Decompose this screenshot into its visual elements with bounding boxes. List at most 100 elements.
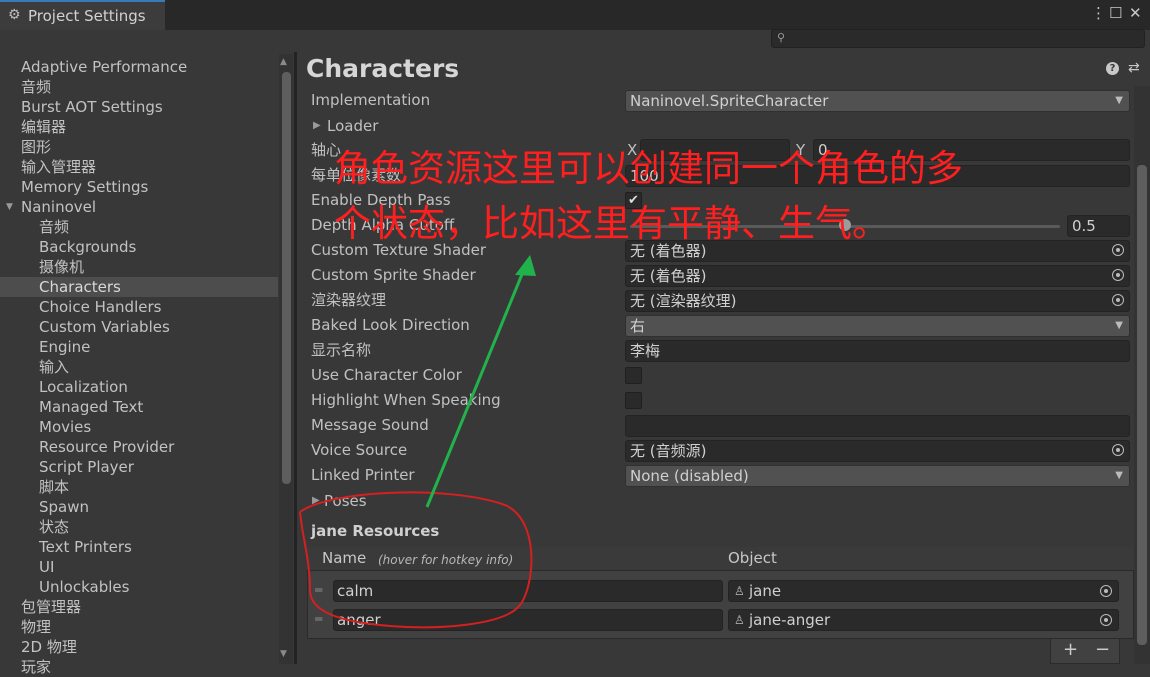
sidebar-item[interactable]: 音频 [0,217,278,237]
sidebar-item[interactable]: 状态 [0,517,278,537]
drag-handle-icon[interactable]: ═ [315,583,322,597]
scroll-down-icon[interactable]: ▼ [280,649,287,659]
project-settings-tab[interactable]: ⚙ Project Settings [0,0,165,30]
implementation-dropdown[interactable]: Naninovel.SpriteCharacter ▼ [625,90,1130,112]
render-texture-field[interactable]: 无 (渲染器纹理) [625,290,1130,312]
close-icon[interactable]: ✕ [1129,4,1142,22]
chevron-right-icon[interactable]: ▶ [312,495,320,506]
look-direction-dropdown[interactable]: 右 ▼ [625,315,1130,337]
highlight-label: Highlight When Speaking [311,391,501,409]
help-icon[interactable]: ? [1106,62,1119,75]
sidebar-item[interactable]: Choice Handlers [0,297,278,317]
chevron-down-icon: ▼ [1115,320,1123,331]
object-picker-icon[interactable] [1112,294,1124,306]
sprite-icon: ♙ [734,584,745,598]
sidebar-item[interactable]: Memory Settings [0,177,278,197]
object-picker-icon[interactable] [1112,269,1124,281]
sidebar-scrollbar-thumb[interactable] [282,72,291,484]
sidebar-item[interactable]: Custom Variables [0,317,278,337]
chevron-right-icon[interactable]: ▶ [313,120,321,131]
column-name-header: Name [322,549,367,567]
voice-source-field[interactable]: 无 (音频源) [625,440,1130,462]
scroll-up-icon[interactable]: ▲ [280,57,287,67]
sidebar-item[interactable]: Text Printers [0,537,278,557]
sidebar-item[interactable]: Spawn [0,497,278,517]
settings-sidebar: Adaptive Performance 音频 Burst AOT Settings… [0,52,278,676]
add-button[interactable]: + [1063,639,1078,660]
sidebar-item[interactable]: Unlockables [0,577,278,597]
message-sound-label: Message Sound [311,416,429,434]
sidebar-item[interactable]: 玩家 [0,657,278,677]
resources-title: jane Resources [311,522,440,540]
voice-source-value: 无 (音频源) [630,442,707,460]
poses-foldout[interactable]: Poses [324,490,367,512]
implementation-label: Implementation [311,91,431,109]
sidebar-item[interactable]: 图形 [0,137,278,157]
sidebar-item[interactable]: Managed Text [0,397,278,417]
sprite-icon: ♙ [734,613,745,627]
chevron-down-icon[interactable]: ▼ [6,202,13,212]
page-title: Characters [306,54,460,83]
main-scrollbar-thumb[interactable] [1137,165,1147,645]
search-input[interactable]: ⚲ [771,29,1145,48]
sidebar-item[interactable]: 脚本 [0,477,278,497]
search-icon: ⚲ [777,31,786,44]
display-name-field[interactable]: 李梅 [625,340,1130,362]
alpha-cutoff-field[interactable]: 0.5 [1067,215,1130,237]
sidebar-item[interactable]: Localization [0,377,278,397]
sidebar-item[interactable]: Script Player [0,457,278,477]
title-bar: ⚙ Project Settings ⋮ ☐ ✕ [0,0,1150,30]
linked-printer-dropdown[interactable]: None (disabled) ▼ [625,465,1130,487]
look-direction-label: Baked Look Direction [311,316,470,334]
sidebar-item[interactable]: Burst AOT Settings [0,97,278,117]
sidebar-item[interactable]: Backgrounds [0,237,278,257]
sidebar-item[interactable]: Movies [0,417,278,437]
sidebar-item[interactable]: 输入 [0,357,278,377]
preset-icon[interactable]: ⇄ [1128,60,1140,76]
sidebar-item[interactable]: 摄像机 [0,257,278,277]
resource-name-field[interactable]: calm [333,580,723,602]
more-options-icon[interactable]: ⋮ [1091,4,1106,22]
drag-handle-icon[interactable]: ═ [315,612,322,626]
gear-icon: ⚙ [8,7,21,23]
highlight-checkbox[interactable] [625,392,642,409]
resource-object-field[interactable]: ♙ jane-anger [728,609,1119,631]
sidebar-item[interactable]: 2D 物理 [0,637,278,657]
display-name-label: 显示名称 [311,341,372,359]
linked-printer-label: Linked Printer [311,466,415,484]
sidebar-item[interactable]: 音频 [0,77,278,97]
render-texture-label: 渲染器纹理 [311,291,387,309]
use-color-checkbox[interactable] [625,367,642,384]
sidebar-item[interactable]: Characters [0,277,278,297]
resource-object-value: jane-anger [749,611,831,629]
chevron-down-icon: ▼ [1115,470,1123,481]
list-controls: + − [1050,639,1120,664]
object-picker-icon[interactable] [1100,585,1112,597]
sidebar-item[interactable]: 输入管理器 [0,157,278,177]
implementation-value: Naninovel.SpriteCharacter [630,92,829,110]
sprite-shader-value: 无 (着色器) [630,267,707,285]
object-picker-icon[interactable] [1112,244,1124,256]
sidebar-item[interactable]: 编辑器 [0,117,278,137]
sidebar-item[interactable]: Engine [0,337,278,357]
sprite-shader-field[interactable]: 无 (着色器) [625,265,1130,287]
sidebar-item[interactable]: 包管理器 [0,597,278,617]
linked-printer-value: None (disabled) [630,467,749,485]
sidebar-item[interactable]: 物理 [0,617,278,637]
render-texture-value: 无 (渲染器纹理) [630,292,737,310]
annotation-text-line-2: 个状态，比如这里有平静、生气。 [334,202,889,245]
sidebar-item[interactable]: Naninovel [0,197,278,217]
object-picker-icon[interactable] [1100,614,1112,626]
sidebar-item[interactable]: Resource Provider [0,437,278,457]
loader-foldout[interactable]: Loader [327,115,378,137]
hotkey-hint: (hover for hotkey info) [378,553,514,567]
maximize-icon[interactable]: ☐ [1109,4,1122,22]
sidebar-item[interactable]: UI [0,557,278,577]
message-sound-field[interactable] [625,415,1130,437]
resource-name-field[interactable]: anger [333,609,723,631]
object-picker-icon[interactable] [1112,444,1124,456]
remove-button[interactable]: − [1095,639,1110,660]
resource-object-field[interactable]: ♙ jane [728,580,1119,602]
sidebar-item[interactable]: Adaptive Performance [0,57,278,77]
voice-source-label: Voice Source [311,441,408,459]
